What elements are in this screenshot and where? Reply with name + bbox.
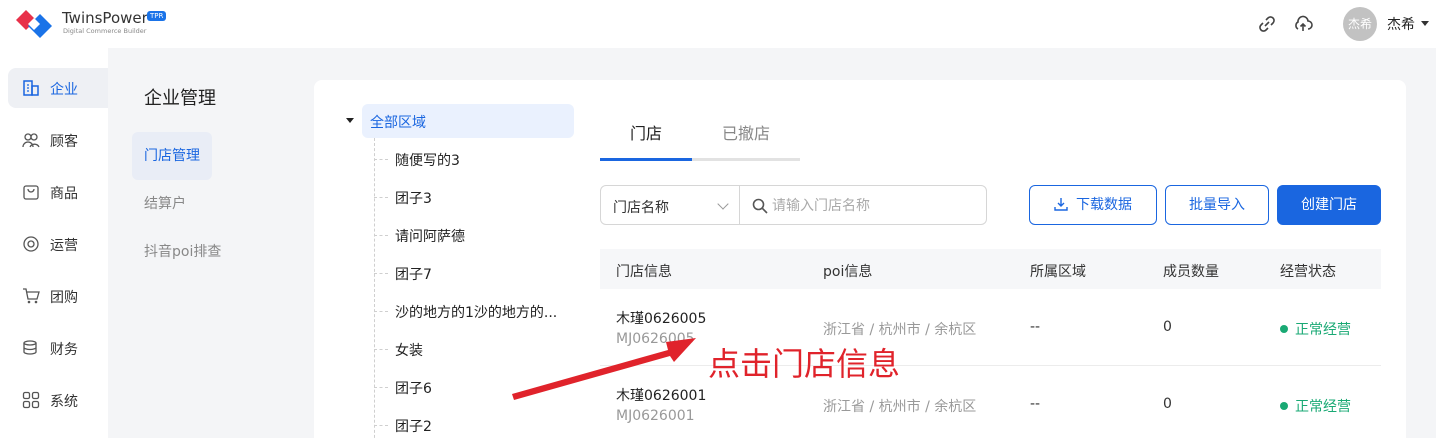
status-badge: 正常经营 xyxy=(1295,322,1351,338)
cart-icon xyxy=(23,288,40,304)
nav-item-finance[interactable]: 财务 xyxy=(8,328,108,368)
nav-item-customers[interactable]: 顾客 xyxy=(8,120,108,160)
tree-node-label: 团子7 xyxy=(395,267,432,283)
tree-node-label: 随便写的3 xyxy=(395,153,460,169)
tree-node[interactable]: 请问阿萨德 xyxy=(374,216,574,254)
users-icon xyxy=(22,133,40,148)
tree-node[interactable]: 团子7 xyxy=(374,254,574,292)
subnav-item-settlement[interactable]: 结算户 xyxy=(132,180,198,228)
username[interactable]: 杰希 xyxy=(1387,14,1415,34)
caret-down-icon[interactable] xyxy=(346,118,354,123)
search-field-select[interactable]: 门店名称 xyxy=(600,185,740,225)
member-count: 0 xyxy=(1163,396,1172,412)
tree-node-label: 请问阿萨德 xyxy=(395,229,465,245)
tree-root-all-regions[interactable]: 全部区域 xyxy=(346,104,574,138)
sub-sidebar: 企业管理 门店管理 结算户 抖音poi排查 xyxy=(108,48,296,438)
column-header: 经营状态 xyxy=(1280,264,1336,280)
nav-label: 企业 xyxy=(50,82,78,98)
nav-item-products[interactable]: 商品 xyxy=(8,172,108,212)
search-box xyxy=(739,185,987,225)
poi-info: 浙江省 / 杭州市 / 余杭区 xyxy=(823,322,977,338)
tree-node[interactable]: 团子2 xyxy=(374,406,574,438)
tree-node-label: 团子3 xyxy=(395,191,432,207)
status-badge: 正常经营 xyxy=(1295,399,1351,415)
tree-node-label: 团子2 xyxy=(395,419,432,435)
nav-item-system[interactable]: 系统 xyxy=(8,380,108,420)
building-icon xyxy=(23,80,39,96)
select-value: 门店名称 xyxy=(613,200,669,216)
nav-item-operations[interactable]: 运营 xyxy=(8,224,108,264)
store-code: MJ0626001 xyxy=(616,408,695,424)
annotation-arrow-icon xyxy=(512,338,696,400)
batch-import-button[interactable]: 批量导入 xyxy=(1165,185,1269,225)
tree-node-label: 团子6 xyxy=(395,381,432,397)
tab-closed-stores[interactable]: 已撤店 xyxy=(704,120,788,160)
main-sidebar: 企业 顾客 商品 运营 团购 财务 系统 xyxy=(0,48,108,438)
nav-label: 运营 xyxy=(50,238,78,254)
nav-item-group-buy[interactable]: 团购 xyxy=(8,276,108,316)
tree-node[interactable]: 团子3 xyxy=(374,178,574,216)
status-dot-icon xyxy=(1280,325,1288,333)
nav-label: 商品 xyxy=(50,186,78,202)
avatar[interactable]: 杰希 xyxy=(1343,7,1377,41)
create-store-button[interactable]: 创建门店 xyxy=(1277,185,1381,225)
region-value: -- xyxy=(1030,396,1041,412)
column-header: poi信息 xyxy=(823,264,873,280)
nav-label: 顾客 xyxy=(50,134,78,150)
coins-icon xyxy=(23,340,37,355)
brand-logo-icon xyxy=(16,10,52,38)
download-label: 下载数据 xyxy=(1076,197,1132,213)
brand-subtitle: Digital Commerce Builder xyxy=(63,27,147,35)
grid-icon xyxy=(22,391,40,409)
bag-icon xyxy=(23,185,39,200)
brand-badge: TPR xyxy=(147,11,167,21)
link-icon[interactable] xyxy=(1257,14,1277,34)
top-bar: TwinsPower TPR Digital Commerce Builder … xyxy=(0,0,1436,48)
tree-node-label: 女装 xyxy=(395,343,423,359)
tree-node[interactable]: 随便写的3 xyxy=(374,140,574,178)
column-header: 门店信息 xyxy=(616,264,672,280)
region-value: -- xyxy=(1030,319,1041,335)
tab-stores[interactable]: 门店 xyxy=(600,120,692,160)
chevron-down-icon xyxy=(717,198,729,210)
target-icon xyxy=(23,236,39,252)
download-data-button[interactable]: 下载数据 xyxy=(1029,185,1157,225)
nav-label: 系统 xyxy=(50,394,78,410)
tab-active-indicator xyxy=(600,158,692,161)
cloud-upload-icon[interactable] xyxy=(1293,14,1313,34)
status-dot-icon xyxy=(1280,402,1288,410)
column-header: 成员数量 xyxy=(1163,264,1219,280)
nav-label: 团购 xyxy=(50,290,78,306)
member-count: 0 xyxy=(1163,319,1172,335)
caret-down-icon[interactable] xyxy=(1421,21,1429,26)
search-input[interactable] xyxy=(772,195,972,217)
annotation-text: 点击门店信息 xyxy=(708,345,901,383)
poi-info: 浙江省 / 杭州市 / 余杭区 xyxy=(823,399,977,415)
nav-label: 财务 xyxy=(50,342,78,358)
search-icon xyxy=(752,198,768,214)
subnav-item-douyin-poi[interactable]: 抖音poi排查 xyxy=(132,228,233,276)
brand-name: TwinsPower xyxy=(62,9,148,27)
tree-root-label: 全部区域 xyxy=(370,115,426,131)
subnav-item-store-management[interactable]: 门店管理 xyxy=(132,132,212,180)
subnav-title: 企业管理 xyxy=(144,88,216,109)
column-header: 所属区域 xyxy=(1030,264,1086,280)
download-icon xyxy=(1054,197,1068,211)
nav-item-enterprise[interactable]: 企业 xyxy=(8,68,108,108)
table-header: 门店信息 poi信息 所属区域 成员数量 经营状态 xyxy=(600,249,1381,289)
